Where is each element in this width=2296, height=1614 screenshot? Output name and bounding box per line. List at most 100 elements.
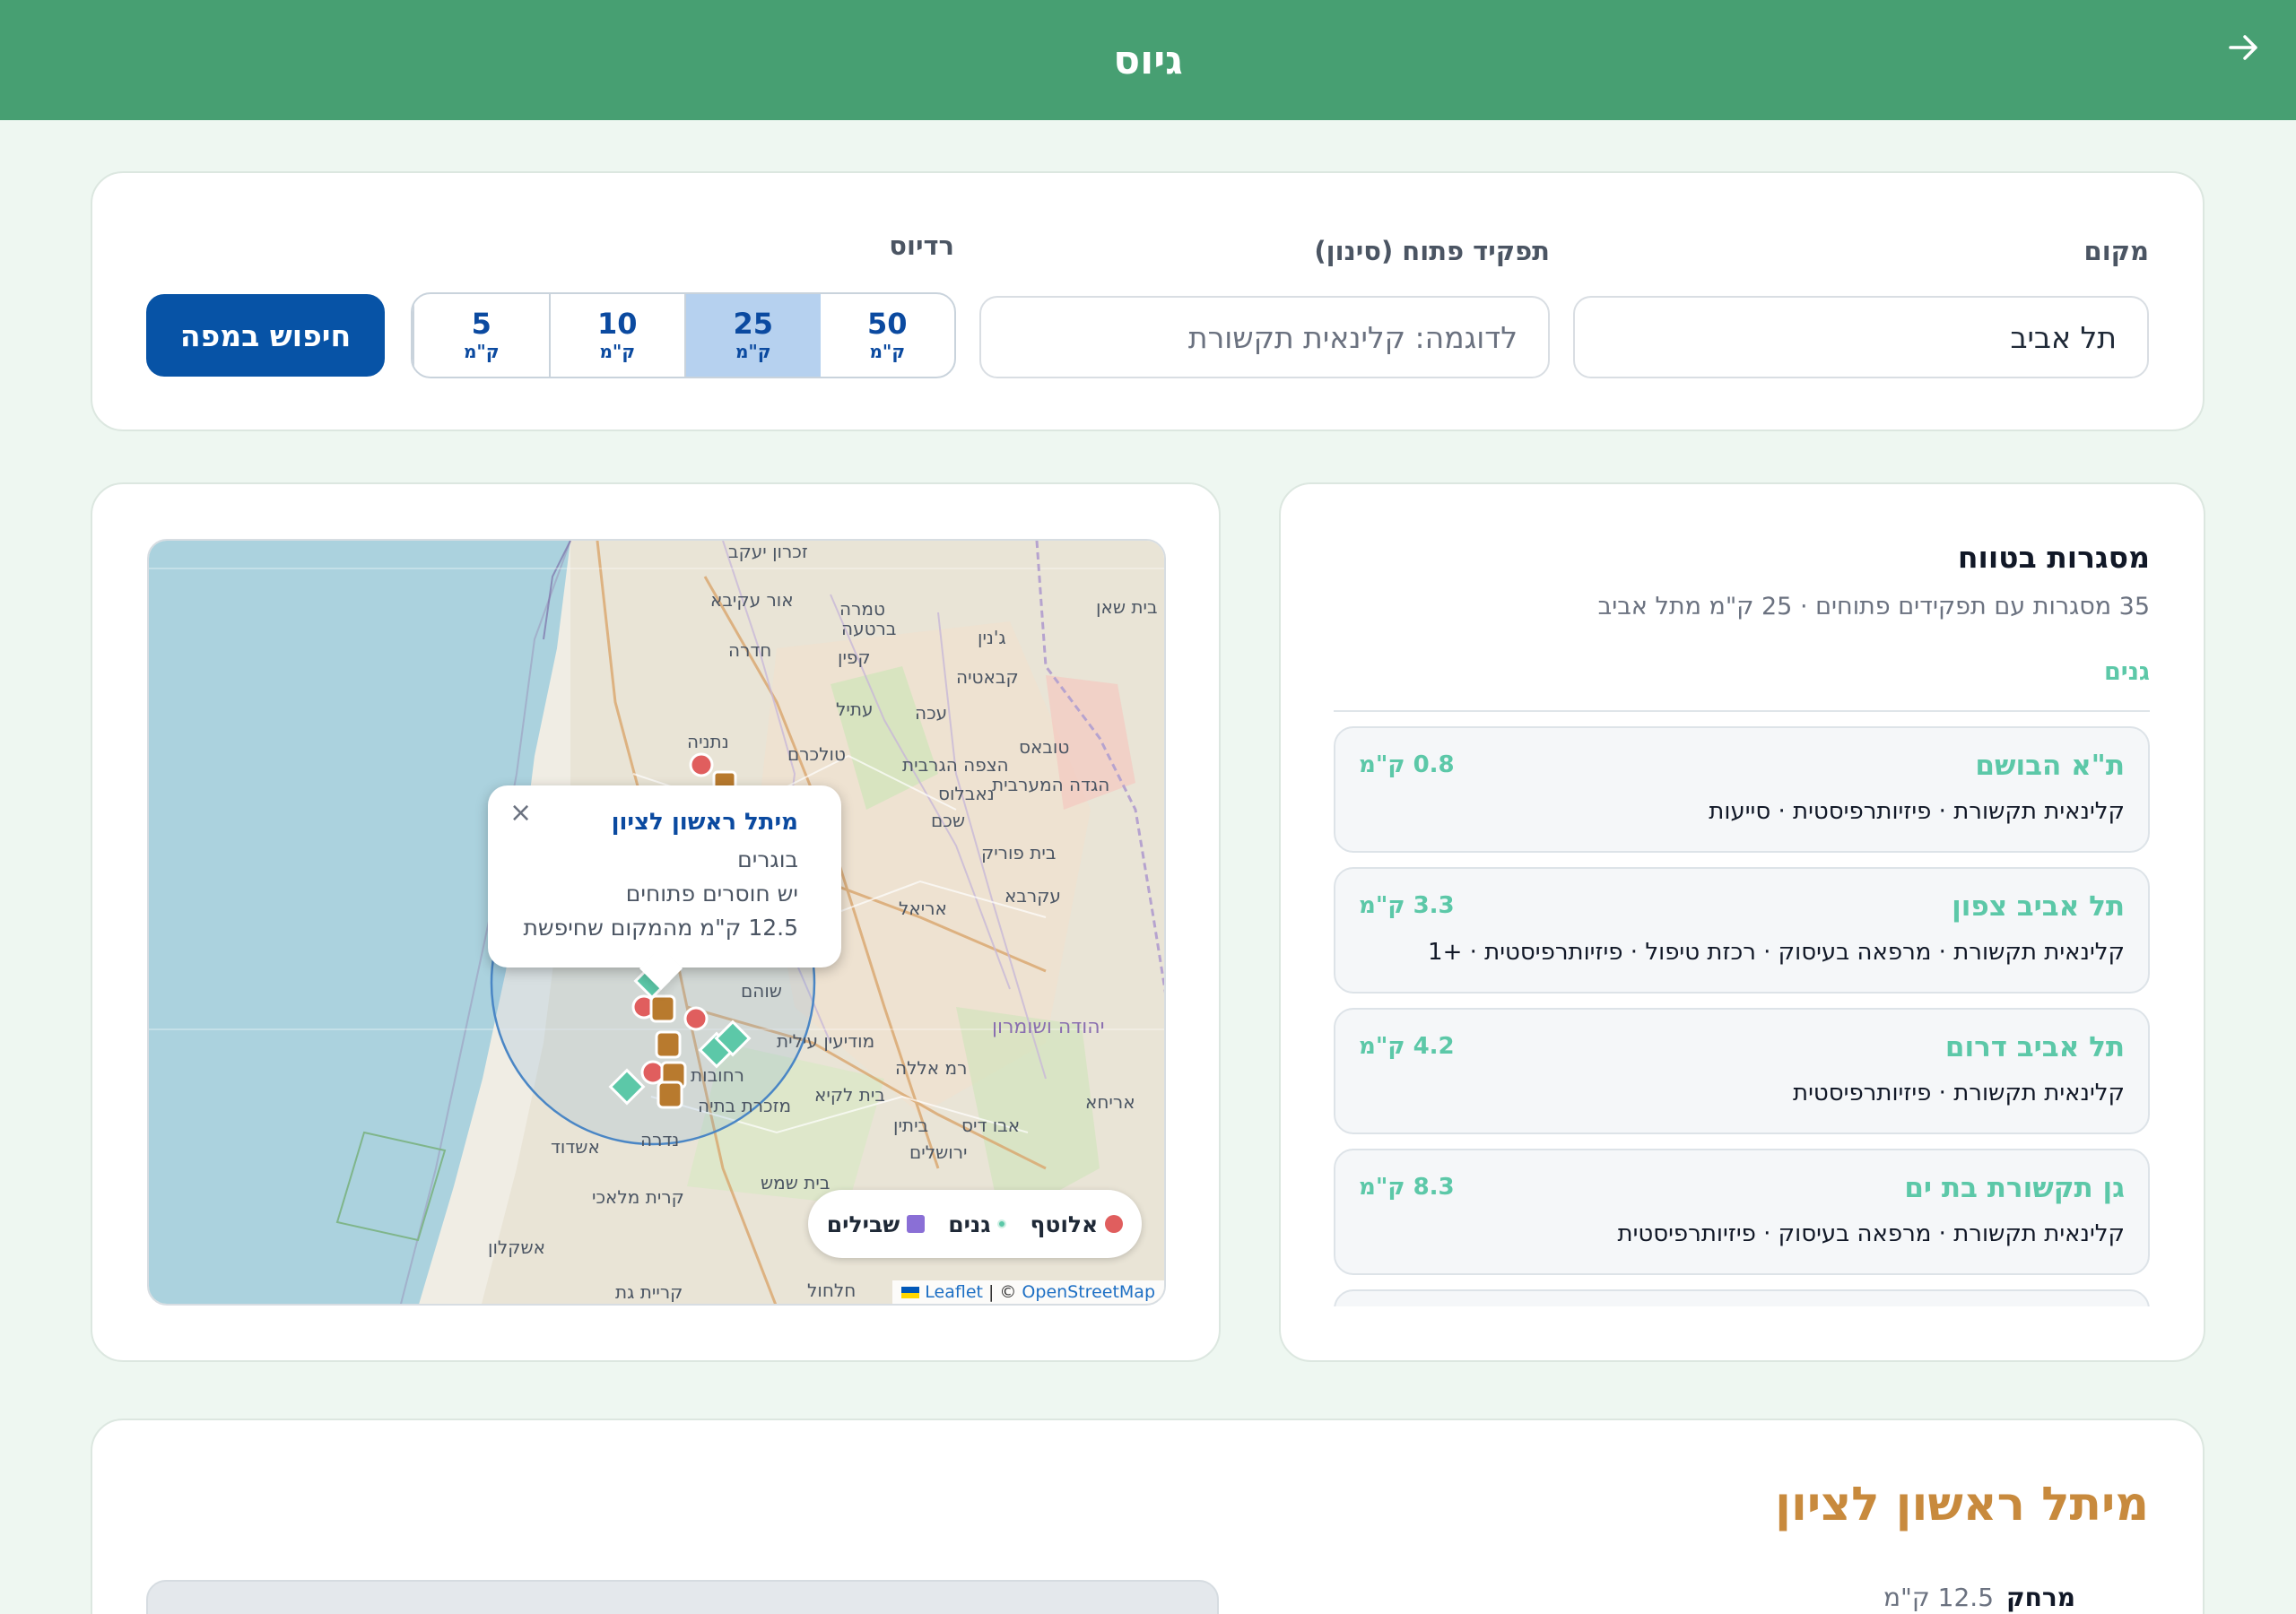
map-place-label: עקרבא — [1004, 885, 1061, 907]
legend-label: שבילים — [826, 1210, 900, 1237]
map-place-label: שוהם — [741, 980, 782, 1002]
radius-value: 5 — [471, 307, 491, 342]
popup-line: יש חוסרים פתוחים — [625, 881, 798, 907]
facility-roles: קלינאית תקשורת · פיזיותרפיסטית — [1793, 1080, 2125, 1106]
location-input[interactable]: תל אביב — [1573, 296, 2149, 378]
map-place-label: בית לקיא — [814, 1084, 885, 1106]
radius-option-10[interactable]: 10 ק"מ — [548, 294, 685, 377]
legend-item: אלוטף — [1030, 1210, 1124, 1237]
legend-label: אלוטף — [1030, 1210, 1099, 1237]
map-place-label: קפין — [838, 646, 871, 668]
facility-distance: 8.3 ק"מ — [1359, 1174, 1455, 1201]
map-place-label: יהודה ושומרון — [992, 1016, 1105, 1038]
radius-option-50[interactable]: 50 ק"מ — [821, 294, 955, 377]
facility-detail-card: מיתל ראשון לציון מרחק 12.5 ק"מ — [91, 1419, 2205, 1614]
map-place-label: קבאטיה — [956, 666, 1019, 688]
map-place-label: אריאל — [899, 898, 947, 919]
radius-unit: ק"מ — [463, 340, 500, 362]
map-place-label: אור עקיבא — [710, 589, 794, 611]
popup-close-icon[interactable]: × — [509, 800, 532, 827]
app-title: גיוס — [1113, 37, 1183, 83]
legend-item: שבילים — [826, 1210, 926, 1237]
marker-popup: × מיתל ראשון לציון בוגרים יש חוסרים פתוח… — [488, 785, 841, 968]
legend-label: גנים — [948, 1210, 991, 1237]
map-place-label: ברטעה — [841, 618, 897, 639]
facility-name: תל אביב דרום — [1944, 1031, 2125, 1063]
divider — [1334, 710, 2150, 712]
map-place-label: ג'נין — [978, 627, 1006, 648]
location-label: מקום — [2083, 236, 2150, 266]
radius-label: רדיוס — [889, 230, 954, 261]
top-app-bar: גיוס — [0, 0, 2296, 120]
map-view[interactable]: זכרון יעקב אור עקיבא חדרה נתניה טולכרם ב… — [147, 539, 1166, 1306]
legend-item: גנים — [948, 1210, 1007, 1237]
map-card: זכרון יעקב אור עקיבא חדרה נתניה טולכרם ב… — [91, 482, 1221, 1362]
popup-line: בוגרים — [737, 846, 798, 872]
facility-roles: קלינאית תקשורת · פיזיותרפיסטית · סייעות — [1709, 798, 2125, 825]
map-place-label: הצפה הגרבית — [902, 754, 1009, 776]
map-place-label: ביתין — [893, 1115, 929, 1136]
facility-name: ת"א הבושם — [1975, 750, 2125, 782]
radius-option-25[interactable]: 25 ק"מ — [684, 294, 821, 377]
map-place-label: עתיל — [836, 699, 874, 720]
facility-list[interactable]: ת"א הבושם 0.8 ק"מ קלינאית תקשורת · פיזיו… — [1334, 726, 2150, 1306]
search-card: מקום תל אביב תפקיד פתוח (סינון) לדוגמה: … — [91, 171, 2205, 431]
map-search-button[interactable]: חיפוש במפה — [146, 294, 385, 377]
radius-value: 50 — [866, 307, 908, 342]
list-subtitle: 35 מסגרות עם תפקידים פתוחים · 25 ק"מ מתל… — [1597, 593, 2150, 620]
facility-distance: 3.3 ק"מ — [1359, 892, 1455, 919]
popup-line: 12.5 ק"מ מהמקום שחיפשת — [523, 915, 798, 941]
map-place-label: נדרה — [640, 1129, 680, 1150]
facility-roles: קלינאית תקשורת · מרפאה בעיסוק · רכזת טיפ… — [1428, 939, 2125, 966]
map-place-label: אריחא — [1085, 1091, 1135, 1113]
facility-name: תל אביב צפון — [1952, 890, 2125, 923]
map-place-label: קרית מלאכי — [592, 1186, 684, 1208]
facility-name: גן תקשורת בת ים — [1904, 1172, 2125, 1204]
map-place-label: ירושלים — [909, 1141, 968, 1163]
facility-item[interactable]: תל אביב צפון 3.3 ק"מ קלינאית תקשורת · מר… — [1334, 867, 2150, 994]
radius-unit: ק"מ — [599, 340, 636, 362]
osm-link[interactable]: OpenStreetMap — [1022, 1282, 1155, 1302]
facility-item[interactable] — [1334, 1289, 2150, 1306]
map-legend: אלוטף גנים שבילים — [808, 1190, 1142, 1258]
facility-item[interactable]: גן תקשורת בת ים 8.3 ק"מ קלינאית תקשורת ·… — [1334, 1149, 2150, 1275]
role-filter-input[interactable]: לדוגמה: קלינאית תקשורת — [979, 296, 1550, 378]
leaflet-link[interactable]: Leaflet — [925, 1282, 983, 1302]
red-dot-icon — [1105, 1215, 1124, 1233]
map-place-label: רחובות — [691, 1064, 744, 1086]
radius-unit: ק"מ — [735, 340, 771, 362]
detail-title: מיתל ראשון לציון — [1775, 1478, 2149, 1532]
map-place-label: בית שמש — [761, 1172, 831, 1193]
map-place-label: בית שאן — [1096, 596, 1158, 618]
map-attribution: Leaflet | © OpenStreetMap — [892, 1280, 1164, 1304]
facilities-list-card: מסגרות בטווח 35 מסגרות עם תפקידים פתוחים… — [1279, 482, 2205, 1362]
list-group-label: גנים — [2103, 658, 2150, 686]
radius-option-5[interactable]: 5 ק"מ — [413, 294, 549, 377]
radius-selector: 5 ק"מ 10 ק"מ 25 ק"מ 50 ק"מ — [411, 292, 956, 378]
map-place-label: טולכרם — [787, 743, 846, 765]
ukraine-flag-icon — [901, 1286, 920, 1298]
facility-item[interactable]: תל אביב דרום 4.2 ק"מ קלינאית תקשורת · פי… — [1334, 1008, 2150, 1134]
map-place-label: אבו דיס — [961, 1115, 1021, 1136]
arrow-right-icon[interactable] — [2222, 27, 2264, 68]
map-place-label: חלחול — [807, 1280, 857, 1301]
map-place-label: רמ אללה — [895, 1057, 968, 1079]
map-place-label: נאבלוס — [938, 783, 995, 804]
purple-square-icon — [907, 1215, 926, 1233]
list-title: מסגרות בטווח — [1957, 540, 2150, 575]
map-place-label: חדרה — [728, 639, 772, 661]
attribution-separator: | © — [987, 1282, 1017, 1302]
map-place-label: נתניה — [687, 731, 729, 752]
facility-roles: קלינאית תקשורת · מרפאה בעיסוק · פיזיותרפ… — [1617, 1220, 2125, 1247]
map-place-label: אשקלון — [488, 1237, 545, 1258]
map-place-label: מודיעין עילית — [777, 1030, 875, 1052]
detail-distance-row: מרחק 12.5 ק"מ — [1883, 1583, 2075, 1612]
facility-item[interactable]: ת"א הבושם 0.8 ק"מ קלינאית תקשורת · פיזיו… — [1334, 726, 2150, 853]
green-dot-icon — [997, 1219, 1007, 1228]
popup-title[interactable]: מיתל ראשון לציון — [515, 809, 798, 836]
detail-panel — [146, 1580, 1219, 1614]
map-place-label: עכה — [915, 702, 948, 724]
map-place-label: זכרון יעקב — [728, 541, 808, 562]
map-place-label: שכם — [931, 810, 966, 831]
map-place-label: מזכרת בתיה — [698, 1095, 792, 1116]
